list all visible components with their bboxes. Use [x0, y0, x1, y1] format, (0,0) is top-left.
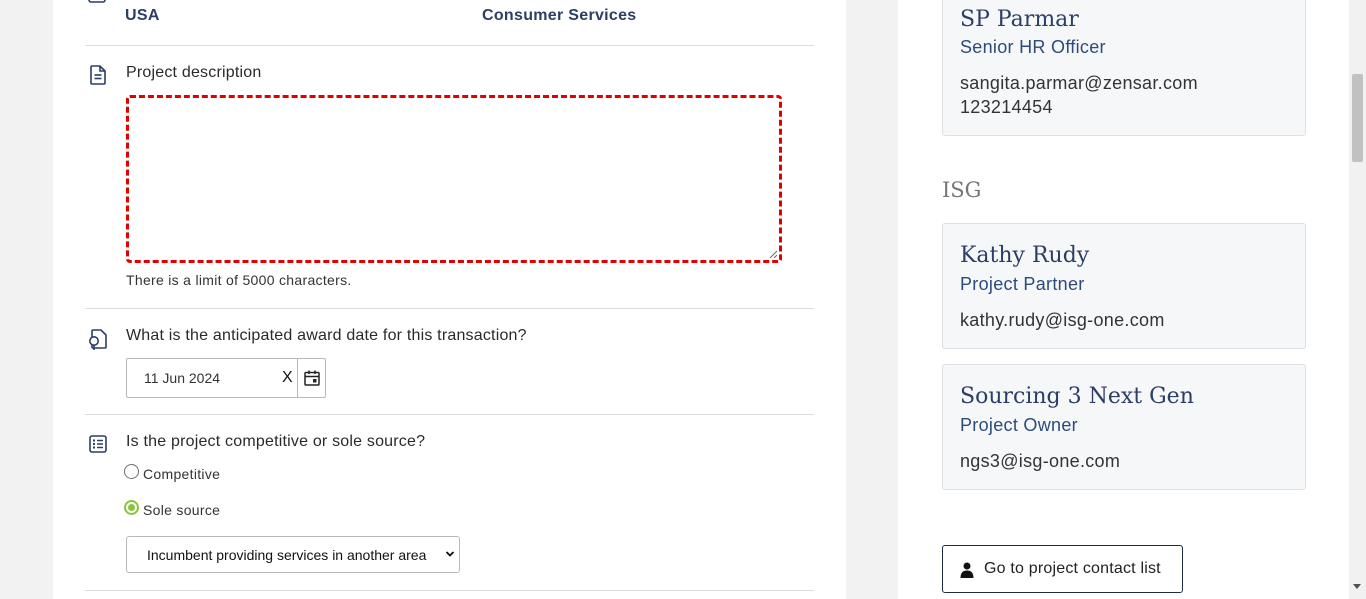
resize-grip-icon[interactable]	[769, 250, 777, 258]
project-description-label: Project description	[126, 64, 262, 81]
divider	[85, 590, 814, 591]
contact-name: Kathy Rudy	[960, 243, 1090, 268]
date-clear-button[interactable]: X	[282, 369, 293, 387]
competitive-radio[interactable]	[124, 464, 139, 479]
contact-role: Senior HR Officer	[960, 37, 1106, 57]
competitive-radio-label[interactable]: Competitive	[143, 466, 220, 482]
country-value: USA	[125, 7, 160, 24]
award-date-picker[interactable]: 11 Jun 2024 X	[126, 358, 326, 398]
divider	[85, 414, 814, 415]
contact-role: Project Owner	[960, 415, 1078, 435]
contact-email: ngs3@isg-one.com	[960, 451, 1121, 471]
divider	[85, 308, 814, 309]
isg-contact-card: Kathy Rudy Project Partner kathy.rudy@is…	[942, 223, 1306, 349]
sole-source-reason-value: Incumbent providing services in another …	[147, 547, 427, 563]
award-date-value[interactable]: 11 Jun 2024	[144, 370, 220, 386]
contact-role: Project Partner	[960, 274, 1085, 294]
calendar-icon[interactable]	[303, 369, 321, 387]
contact-email: kathy.rudy@isg-one.com	[960, 310, 1165, 330]
award-date-label: What is the anticipated award date for t…	[126, 327, 527, 344]
sole-source-radio-label[interactable]: Sole source	[143, 502, 220, 518]
character-limit-hint: There is a limit of 5000 characters.	[126, 272, 352, 288]
contact-name: Sourcing 3 Next Gen	[960, 384, 1194, 409]
scroll-down-arrow-icon[interactable]	[1353, 584, 1361, 589]
industry-value: Consumer Services	[482, 7, 637, 24]
scrollbar-thumb[interactable]	[1352, 74, 1363, 162]
list-icon	[88, 434, 108, 454]
divider	[85, 45, 814, 46]
scrollbar[interactable]	[1349, 0, 1366, 599]
project-contact-list-button[interactable]: Go to project contact list	[942, 545, 1183, 593]
chevron-down-icon	[445, 551, 455, 557]
contact-email: sangita.parmar@zensar.com	[960, 73, 1198, 93]
project-description-textarea[interactable]	[126, 95, 782, 263]
sole-source-radio[interactable]	[124, 500, 139, 515]
calendar-date-icon	[87, 327, 109, 351]
contact-phone: 123214454	[960, 97, 1053, 117]
competitive-label: Is the project competitive or sole sourc…	[126, 433, 426, 450]
document-icon	[88, 64, 108, 86]
project-contact-list-label: Go to project contact list	[984, 560, 1161, 577]
location-icon	[87, 0, 107, 4]
contact-name: SP Parmar	[960, 7, 1079, 32]
person-icon	[960, 562, 974, 578]
client-contact-card: SP Parmar Senior HR Officer sangita.parm…	[942, 0, 1306, 136]
isg-section-title: ISG	[942, 178, 982, 202]
isg-contact-card: Sourcing 3 Next Gen Project Owner ngs3@i…	[942, 364, 1306, 490]
sole-source-reason-select[interactable]: Incumbent providing services in another …	[126, 536, 460, 573]
date-separator	[297, 359, 298, 397]
